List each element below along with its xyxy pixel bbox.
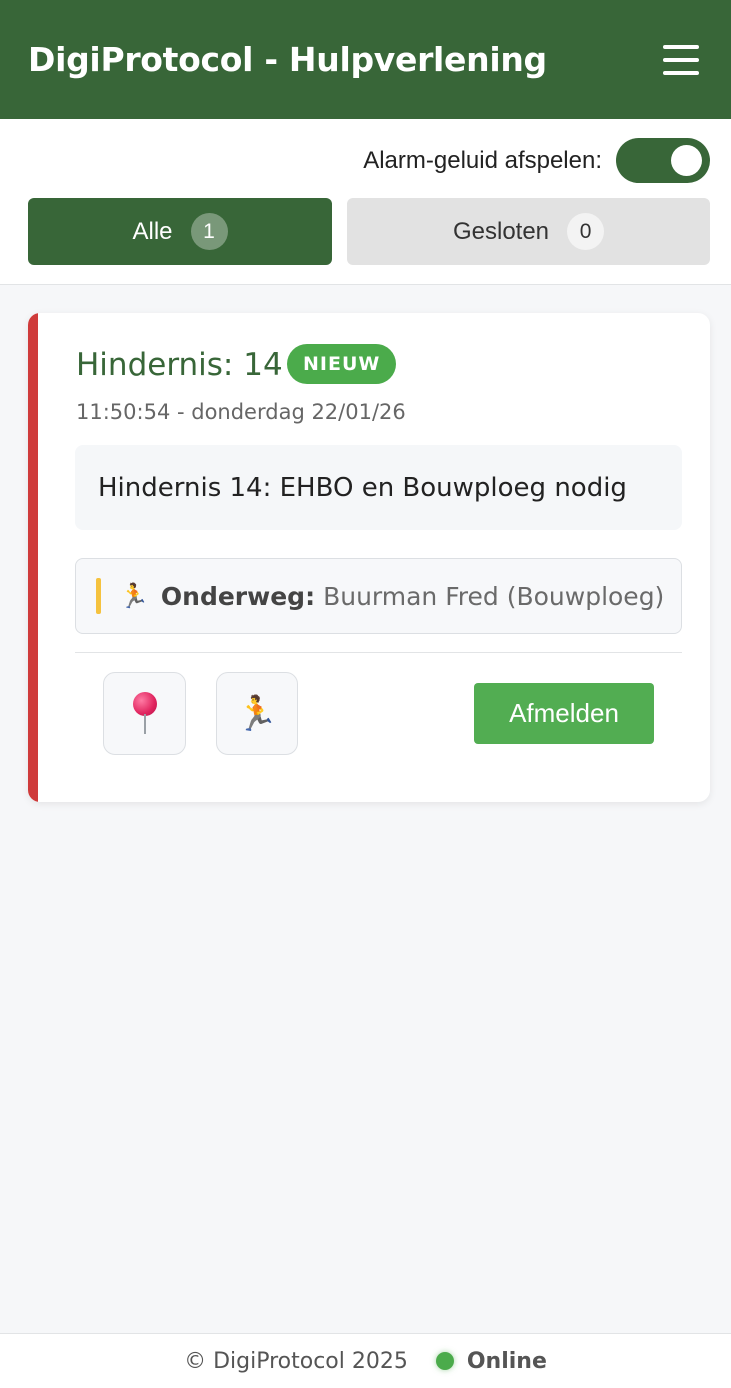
- tab-closed-count: 0: [567, 213, 605, 250]
- respond-button[interactable]: 🏃: [216, 672, 298, 755]
- online-status-text: Online: [466, 1348, 547, 1374]
- priority-stripe: [28, 313, 38, 802]
- responder-status: 🏃 Onderweg: Buurman Fred (Bouwploeg): [75, 558, 682, 634]
- location-button[interactable]: [103, 672, 186, 755]
- app-title: DigiProtocol - Hulpverlening: [28, 40, 547, 79]
- card-divider: [75, 652, 682, 653]
- app-header: DigiProtocol - Hulpverlening: [0, 0, 731, 119]
- tab-all-count: 1: [190, 213, 228, 250]
- incident-timestamp: 11:50:54 - donderdag 22/01/26: [76, 400, 406, 424]
- copyright-text: © DigiProtocol 2025: [184, 1348, 408, 1374]
- toggle-knob: [671, 145, 702, 176]
- incident-message: Hindernis 14: EHBO en Bouwploeg nodig: [75, 445, 682, 530]
- status-badge: NIEUW: [287, 344, 397, 384]
- status-accent-bar: [96, 578, 101, 614]
- tab-all[interactable]: Alle 1: [28, 198, 332, 265]
- online-status-dot-icon: [435, 1352, 454, 1370]
- running-person-icon: 🏃: [119, 582, 149, 610]
- tab-all-label: Alle: [132, 217, 173, 245]
- app-footer: © DigiProtocol 2025 Online: [0, 1333, 731, 1388]
- alarm-setting: Alarm-geluid afspelen:: [363, 138, 710, 183]
- tab-closed[interactable]: Gesloten 0: [347, 198, 710, 265]
- afmelden-button[interactable]: Afmelden: [474, 683, 654, 744]
- running-person-icon: 🏃: [235, 693, 279, 734]
- alarm-sound-toggle[interactable]: [616, 138, 710, 183]
- alarm-label: Alarm-geluid afspelen:: [363, 146, 602, 174]
- responder-name: Buurman Fred (Bouwploeg): [323, 581, 665, 611]
- status-label: Onderweg:: [160, 581, 316, 611]
- incident-title: Hindernis: 14: [76, 347, 283, 383]
- map-pin-icon: [130, 691, 160, 736]
- filter-controls: Alarm-geluid afspelen: Alle 1 Gesloten 0: [0, 119, 731, 285]
- hamburger-menu-icon[interactable]: [663, 44, 699, 75]
- tab-closed-label: Gesloten: [452, 217, 550, 245]
- incident-card: Hindernis: 14 NIEUW 11:50:54 - donderdag…: [28, 313, 710, 802]
